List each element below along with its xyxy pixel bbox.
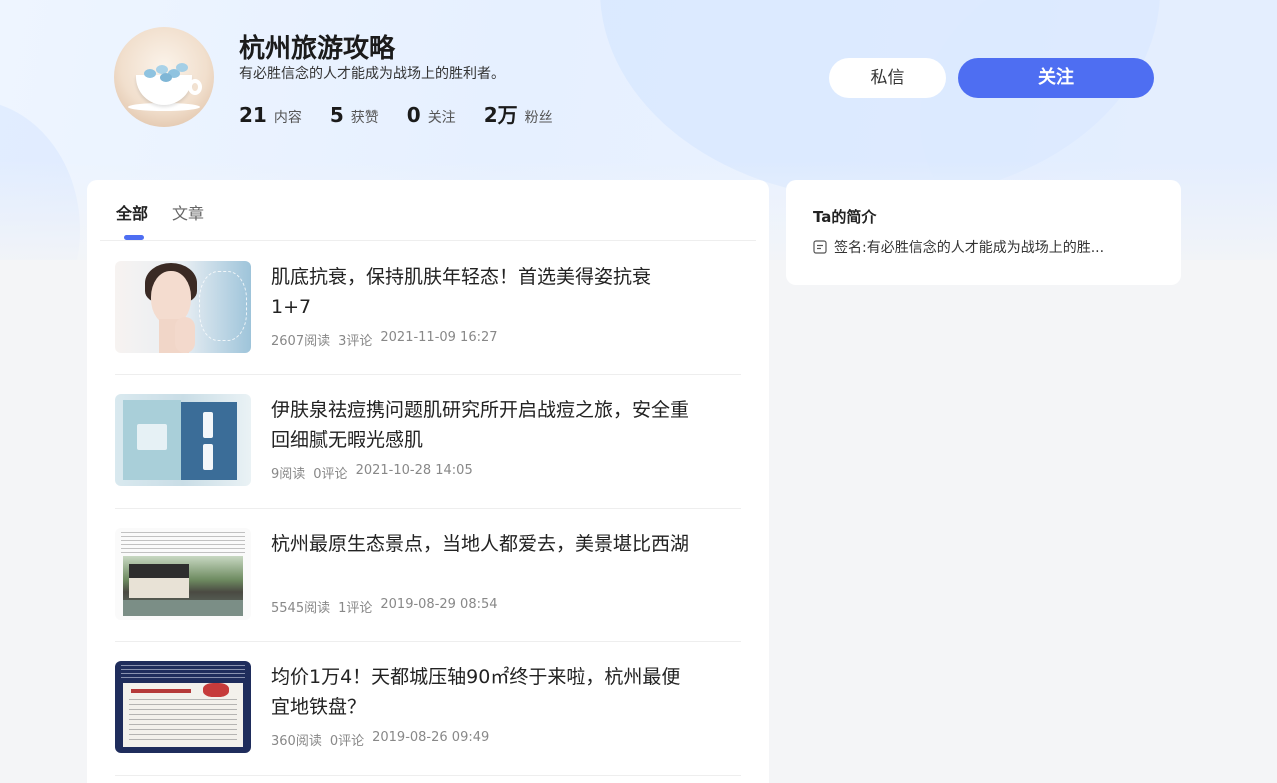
content-card: 全部 文章 肌底抗衰，保持肌肤年轻态！首选美得姿抗衰1+7 2607阅读 3评论… xyxy=(87,180,769,783)
profile-name: 杭州旅游攻略 xyxy=(239,34,396,64)
read-count: 360阅读 xyxy=(271,734,322,749)
feed-item[interactable]: 杭州最原生态景点，当地人都爱去，美景堪比西湖 5545阅读 1评论 2019-0… xyxy=(115,508,741,642)
feed-item[interactable]: 伊肤泉祛痘携问题肌研究所开启战痘之旅，安全重回细腻无暇光感肌 9阅读 0评论 2… xyxy=(115,375,741,509)
comment-count: 0评论 xyxy=(329,734,365,749)
stat-fans[interactable]: 2万 粉丝 xyxy=(484,99,553,128)
thumb-decor xyxy=(199,271,247,341)
document-icon xyxy=(813,240,827,254)
stat-label: 获赞 xyxy=(350,110,379,126)
profile-signature: 有必胜信念的人才能成为战场上的胜利者。 xyxy=(239,66,505,82)
stat-number: 0 xyxy=(406,103,421,127)
thumb-decor xyxy=(121,532,245,554)
feed-title[interactable]: 肌底抗衰，保持肌肤年轻态！首选美得姿抗衰1+7 xyxy=(271,262,691,322)
publish-date: 2019-08-26 09:49 xyxy=(372,730,490,745)
tab-all[interactable]: 全部 xyxy=(116,200,149,240)
feed-item[interactable]: 均价1万4！天都城压轴90㎡终于来啦，杭州最便宜地铁盘？ 360阅读 0评论 2… xyxy=(115,642,741,776)
stat-number: 5 xyxy=(329,103,344,127)
follow-button[interactable]: 关注 xyxy=(958,58,1154,98)
stat-number: 2万 xyxy=(483,103,518,127)
feed-thumbnail[interactable] xyxy=(115,528,251,620)
read-count: 5545阅读 xyxy=(271,601,331,616)
feed-title[interactable]: 杭州最原生态景点，当地人都爱去，美景堪比西湖 xyxy=(271,529,691,559)
avatar-candy xyxy=(176,63,188,72)
thumb-decor xyxy=(129,578,189,598)
feed-thumbnail[interactable] xyxy=(115,661,251,753)
feed-meta: 2607阅读 3评论 2021-11-09 16:27 xyxy=(271,330,506,349)
stat-label: 粉丝 xyxy=(524,110,553,126)
thumb-decor xyxy=(137,424,167,450)
read-count: 2607阅读 xyxy=(271,334,331,349)
content-tabs: 全部 文章 xyxy=(116,200,228,240)
publish-date: 2019-08-29 08:54 xyxy=(380,597,498,612)
thumb-decor xyxy=(121,665,245,681)
publish-date: 2021-10-28 14:05 xyxy=(355,463,473,478)
thumb-decor xyxy=(131,689,191,693)
feed-meta: 360阅读 0评论 2019-08-26 09:49 xyxy=(271,730,497,749)
stat-likes[interactable]: 5 获赞 xyxy=(330,103,379,127)
stat-label: 关注 xyxy=(427,110,456,126)
thumb-decor xyxy=(203,683,229,697)
thumb-decor xyxy=(175,317,195,353)
avatar-candy xyxy=(144,69,156,78)
stat-following[interactable]: 0 关注 xyxy=(407,103,456,127)
intro-title: Ta的简介 xyxy=(813,208,877,226)
intro-card: Ta的简介 签名: 有必胜信念的人才能成为战场上的胜... xyxy=(786,180,1181,285)
comment-count: 3评论 xyxy=(338,334,373,349)
avatar-candy xyxy=(160,73,172,82)
message-button[interactable]: 私信 xyxy=(829,58,946,98)
signature-text: 有必胜信念的人才能成为战场上的胜... xyxy=(866,240,1105,256)
stat-label: 内容 xyxy=(273,110,302,126)
signature-label: 签名: xyxy=(834,240,867,256)
feed-thumbnail[interactable] xyxy=(115,394,251,486)
thumb-decor xyxy=(129,699,237,743)
tab-label: 文章 xyxy=(172,204,205,223)
thumb-decor xyxy=(203,444,213,470)
stat-content[interactable]: 21 内容 xyxy=(239,103,302,127)
feed-meta: 5545阅读 1评论 2019-08-29 08:54 xyxy=(271,597,506,616)
read-count: 9阅读 xyxy=(271,467,306,482)
thumb-decor xyxy=(203,412,213,438)
avatar[interactable] xyxy=(114,27,214,127)
thumb-decor xyxy=(123,600,243,616)
intro-signature-row: 签名: 有必胜信念的人才能成为战场上的胜... xyxy=(813,237,1104,257)
feed-title[interactable]: 均价1万4！天都城压轴90㎡终于来啦，杭州最便宜地铁盘？ xyxy=(271,662,691,722)
thumb-decor xyxy=(129,564,189,578)
tab-label: 全部 xyxy=(116,204,149,223)
feed-thumbnail[interactable] xyxy=(115,261,251,353)
comment-count: 1评论 xyxy=(338,601,373,616)
profile-stats: 21 内容 5 获赞 0 关注 2万 粉丝 xyxy=(239,99,581,128)
tab-articles[interactable]: 文章 xyxy=(172,200,204,234)
avatar-cup-handle xyxy=(188,79,202,95)
feed-meta: 9阅读 0评论 2021-10-28 14:05 xyxy=(271,463,481,482)
comment-count: 0评论 xyxy=(313,467,348,482)
feed-title[interactable]: 伊肤泉祛痘携问题肌研究所开启战痘之旅，安全重回细腻无暇光感肌 xyxy=(271,395,691,455)
stat-number: 21 xyxy=(239,103,267,127)
feed-item[interactable]: 肌底抗衰，保持肌肤年轻态！首选美得姿抗衰1+7 2607阅读 3评论 2021-… xyxy=(115,241,741,375)
publish-date: 2021-11-09 16:27 xyxy=(380,330,498,345)
